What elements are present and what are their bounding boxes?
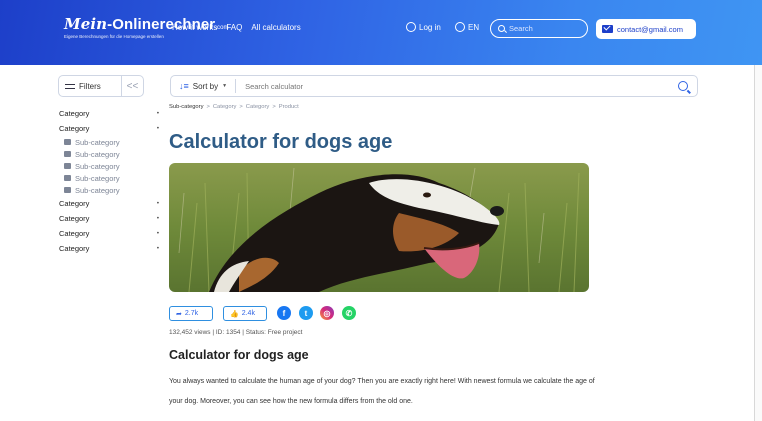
chart-icon (64, 187, 71, 193)
contact-label: contact@gmail.com (617, 24, 683, 34)
like-button[interactable]: 👍 2.4k (223, 306, 267, 321)
category-item[interactable]: Category • (59, 226, 159, 241)
header-search-placeholder: Search (509, 24, 533, 33)
filters-button[interactable]: Filters (59, 82, 121, 91)
top-header: Mein-Onlinerechner.com Eigene Berechnung… (0, 0, 762, 65)
category-item[interactable]: Category • (59, 106, 159, 121)
main-nav: How it works FAQ All calculators (172, 23, 301, 32)
contact-button[interactable]: contact@gmail.com (596, 19, 696, 39)
category-label: Category (59, 214, 90, 223)
subcategory-icon (64, 163, 71, 169)
share-button[interactable]: ➦ 2.7k (169, 306, 213, 321)
chevron-down-icon: • (156, 215, 159, 222)
nav-how-it-works[interactable]: How it works (172, 23, 217, 32)
instagram-icon[interactable]: ◎ (320, 306, 334, 320)
subcategory-item[interactable]: Sub-category (59, 148, 159, 160)
category-item[interactable]: Category • (59, 196, 159, 211)
subcategory-item[interactable]: Sub-category (59, 160, 159, 172)
login-link[interactable]: Log in (406, 22, 441, 32)
breadcrumb-separator: > (272, 104, 276, 110)
breadcrumb-item[interactable]: Product (279, 104, 299, 110)
breadcrumb: Sub-category > Category > Category > Produc… (169, 104, 299, 110)
mail-icon (602, 25, 613, 33)
nav-all-calculators[interactable]: All calculators (251, 23, 300, 32)
page-title: Calculator for dogs age (169, 131, 393, 153)
chevron-down-icon: • (156, 200, 159, 207)
facebook-icon[interactable]: f (277, 306, 291, 320)
login-label: Log in (419, 22, 441, 32)
globe-icon (455, 22, 465, 32)
header-search-input[interactable]: Search (490, 19, 588, 38)
subcategory-label: Sub-category (75, 161, 120, 171)
breadcrumb-item[interactable]: Category (213, 104, 237, 110)
chevron-down-icon: • (156, 110, 159, 117)
subcategory-icon (64, 139, 71, 145)
page-scrollbar[interactable] (754, 65, 762, 421)
category-label: Category (59, 124, 90, 133)
chevron-down-icon: • (156, 230, 159, 237)
project-meta: 132,452 views | ID: 1354 | Status: Free … (169, 329, 303, 336)
dog-photo (169, 163, 589, 292)
category-item[interactable]: Category • (59, 121, 159, 136)
category-label: Category (59, 229, 90, 238)
share-count: 2.7k (184, 310, 199, 317)
chevron-down-icon: • (156, 245, 159, 252)
filters-bar: Filters << (58, 75, 144, 97)
user-icon (406, 22, 416, 32)
chevron-up-icon: • (156, 125, 159, 132)
breadcrumb-separator: > (239, 104, 243, 110)
subcategory-label: Sub-category (75, 173, 120, 183)
category-label: Category (59, 199, 90, 208)
section-title: Calculator for dogs age (169, 348, 309, 362)
sliders-icon (65, 82, 75, 90)
category-list: Category • Category • Sub-category Sub-c… (59, 106, 159, 256)
sort-icon: ↓≡ (179, 81, 189, 91)
like-count: 2.4k (241, 310, 255, 317)
subcategory-label: Sub-category (75, 137, 120, 147)
subcategory-item[interactable]: Sub-category (59, 184, 159, 196)
breadcrumb-item[interactable]: Category (246, 104, 270, 110)
breadcrumb-item[interactable]: Sub-category (169, 104, 203, 110)
collapse-sidebar-button[interactable]: << (121, 76, 143, 96)
nav-faq[interactable]: FAQ (226, 23, 242, 32)
language-switcher[interactable]: EN (455, 22, 479, 32)
twitter-icon[interactable]: t (299, 306, 313, 320)
sort-dropdown[interactable]: ↓≡ Sort by ▼ (171, 79, 237, 93)
breadcrumb-separator: > (206, 104, 210, 110)
sort-label: Sort by (192, 81, 219, 91)
language-label: EN (468, 22, 480, 32)
subcategory-label: Sub-category (75, 185, 120, 195)
category-label: Category (59, 109, 90, 118)
sort-search-bar: ↓≡ Sort by ▼ (170, 75, 698, 97)
subcategory-label: Sub-category (75, 149, 120, 159)
whatsapp-icon[interactable]: ✆ (342, 306, 356, 320)
caret-down-icon: ▼ (222, 83, 228, 89)
search-icon[interactable] (678, 81, 688, 91)
subcategory-icon (64, 151, 71, 157)
description-paragraph: You always wanted to calculate the human… (169, 378, 595, 405)
subcategory-item[interactable]: Sub-category (59, 172, 159, 184)
search-icon (498, 25, 505, 32)
calculator-search-input[interactable] (236, 81, 678, 91)
share-arrow-icon: ➦ (176, 310, 182, 318)
category-item[interactable]: Category • (59, 241, 159, 256)
subcategory-item[interactable]: Sub-category (59, 136, 159, 148)
logo-tagline: Eigene Berechnungen für die Homepage ers… (64, 34, 164, 39)
subcategory-icon (64, 175, 71, 181)
filters-label: Filters (79, 81, 101, 91)
thumbs-up-icon: 👍 (230, 310, 239, 318)
category-item[interactable]: Category • (59, 211, 159, 226)
category-label: Category (59, 244, 90, 253)
